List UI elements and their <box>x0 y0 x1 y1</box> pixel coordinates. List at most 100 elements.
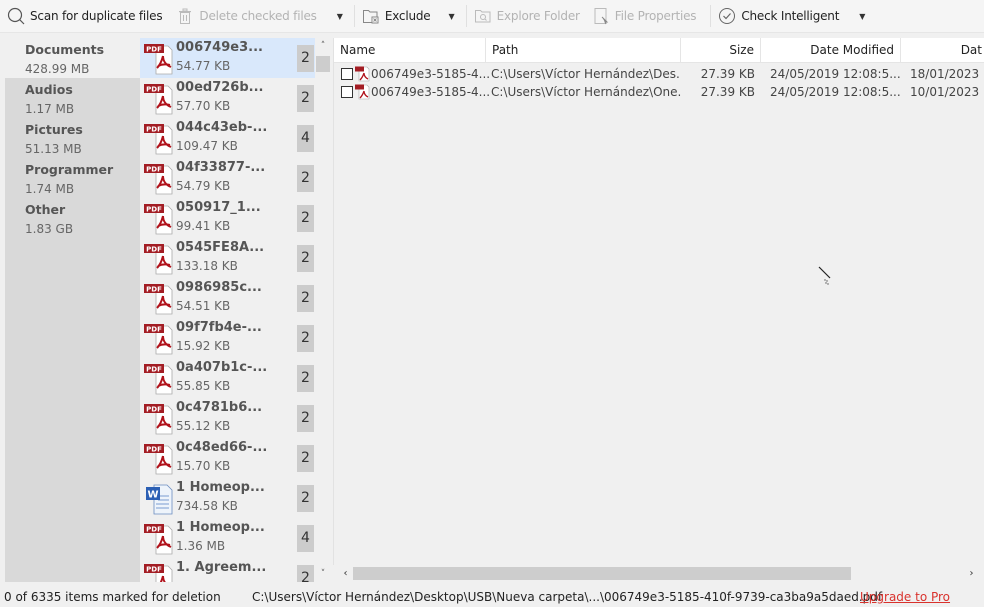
cell-path: C:\Users\Víctor Hernández\One... <box>491 85 681 99</box>
svg-text:PDF: PDF <box>146 206 162 214</box>
file-size: 55.85 KB <box>176 379 231 393</box>
pdf-file-icon: PDF <box>144 522 176 556</box>
category-item-pictures[interactable]: Pictures 51.13 MB <box>5 118 140 158</box>
delete-dropdown-caret[interactable]: ▼ <box>329 12 351 21</box>
file-size: 15.70 KB <box>176 459 231 473</box>
file-list-item[interactable]: PDF 0a407b1c-... 55.85 KB 2 <box>140 358 315 398</box>
toolbar-separator <box>710 5 712 27</box>
scroll-right-icon[interactable]: › <box>963 565 980 582</box>
scroll-up-icon[interactable]: ˄ <box>315 38 331 54</box>
exclude-dropdown-caret[interactable]: ▼ <box>440 12 462 21</box>
file-list-item[interactable]: PDF 1. Agreem... 2 <box>140 558 315 582</box>
delete-checked-button[interactable]: Delete checked files <box>172 0 320 33</box>
duplicate-count-badge: 4 <box>297 525 314 552</box>
duplicates-grid: Name Path Size Date Modified Dat 006749e… <box>333 38 984 582</box>
file-size: 133.18 KB <box>176 259 238 273</box>
check-intelligent-button[interactable]: Check Intelligent <box>714 0 843 33</box>
delete-label: Delete checked files <box>199 9 317 23</box>
pdf-file-icon: PDF <box>144 282 176 316</box>
svg-text:PDF: PDF <box>146 366 162 374</box>
category-name: Pictures <box>25 122 83 137</box>
file-size: 54.77 KB <box>176 59 231 73</box>
file-list-item[interactable]: PDF 050917_1... 99.41 KB 2 <box>140 198 315 238</box>
scroll-left-icon[interactable]: ‹ <box>337 565 354 582</box>
pdf-file-icon: PDF <box>144 442 176 476</box>
file-list-scrollbar[interactable]: ˄ ˅ <box>315 38 331 582</box>
scroll-down-icon[interactable]: ˅ <box>315 566 331 582</box>
pdf-file-icon: PDF <box>144 322 176 356</box>
file-name: 0a407b1c-... <box>176 360 268 375</box>
pdf-file-icon: PDF <box>144 162 176 196</box>
grid-row[interactable]: 006749e3-5185-4... C:\Users\Víctor Hernán… <box>334 65 984 83</box>
svg-text:PDF: PDF <box>146 526 162 534</box>
file-list-item[interactable]: PDF 00ed726b... 57.70 KB 2 <box>140 78 315 118</box>
file-size: 57.70 KB <box>176 99 231 113</box>
grid-horizontal-scrollbar[interactable]: ‹ › <box>333 565 984 582</box>
category-item-documents[interactable]: Documents 428.99 MB <box>5 38 140 78</box>
cell-name: 006749e3-5185-4... <box>371 85 489 99</box>
explore-folder-label: Explore Folder <box>496 9 580 23</box>
svg-text:PDF: PDF <box>146 566 162 574</box>
file-list-item[interactable]: PDF 0986985c... 54.51 KB 2 <box>140 278 315 318</box>
column-header-date-modified[interactable]: Date Modified <box>761 38 901 63</box>
cell-date-modified: 24/05/2019 12:08:5... <box>770 67 900 81</box>
column-header-size[interactable]: Size <box>681 38 761 63</box>
grid-row[interactable]: 006749e3-5185-4... C:\Users\Víctor Hernán… <box>334 83 984 101</box>
check-dropdown-caret[interactable]: ▼ <box>851 12 873 21</box>
duplicate-count-badge: 4 <box>297 125 314 152</box>
category-size: 428.99 MB <box>25 62 90 76</box>
svg-text:PDF: PDF <box>146 126 162 134</box>
pdf-file-icon <box>355 84 370 100</box>
duplicate-count-badge: 2 <box>297 205 314 232</box>
scrollbar-thumb[interactable] <box>316 56 330 72</box>
file-list-item[interactable]: PDF 0c48ed66-... 15.70 KB 2 <box>140 438 315 478</box>
file-list-item[interactable]: W 1 Homeop... 734.58 KB 2 <box>140 478 315 518</box>
row-checkbox[interactable] <box>341 68 353 80</box>
scrollbar-thumb[interactable] <box>353 567 851 580</box>
file-list-item[interactable]: PDF 044c43eb-... 109.47 KB 4 <box>140 118 315 158</box>
file-name: 050917_1... <box>176 200 261 215</box>
file-list-item[interactable]: PDF 09f7fb4e-... 15.92 KB 2 <box>140 318 315 358</box>
category-item-programmer[interactable]: Programmer 1.74 MB <box>5 158 140 198</box>
svg-text:PDF: PDF <box>146 326 162 334</box>
duplicate-count-badge: 2 <box>297 445 314 472</box>
category-item-audios[interactable]: Audios 1.17 MB <box>5 78 140 118</box>
mouse-cursor-icon <box>818 266 831 285</box>
folder-exclude-icon <box>362 7 380 25</box>
file-properties-label: File Properties <box>614 9 697 23</box>
explore-folder-icon <box>474 7 492 25</box>
toolbar-separator <box>353 5 355 27</box>
duplicate-count-badge: 2 <box>297 365 314 392</box>
column-header-date[interactable]: Dat <box>901 38 984 63</box>
file-name: 1. Agreem... <box>176 560 267 575</box>
column-header-name[interactable]: Name <box>334 38 486 63</box>
file-list-item[interactable]: PDF 0c4781b6... 55.12 KB 2 <box>140 398 315 438</box>
cell-date-modified: 24/05/2019 12:08:5... <box>770 85 900 99</box>
upgrade-link[interactable]: Upgrade to Pro <box>860 590 950 604</box>
file-list-item[interactable]: PDF 0545FE8A... 133.18 KB 2 <box>140 238 315 278</box>
pdf-file-icon: PDF <box>144 122 176 156</box>
file-list-item[interactable]: PDF 04f33877-... 54.79 KB 2 <box>140 158 315 198</box>
file-name: 0545FE8A... <box>176 240 265 255</box>
file-list-item[interactable]: PDF 1 Homeop... 1.36 MB 4 <box>140 518 315 558</box>
cell-name: 006749e3-5185-4... <box>371 67 489 81</box>
scan-label: Scan for duplicate files <box>30 9 163 23</box>
column-header-path[interactable]: Path <box>486 38 681 63</box>
word-file-icon: W <box>144 482 176 516</box>
duplicate-count-badge: 2 <box>297 165 314 192</box>
explore-folder-button[interactable]: Explore Folder <box>470 0 584 33</box>
exclude-button[interactable]: Exclude <box>358 0 435 33</box>
duplicate-count-badge: 2 <box>297 245 314 272</box>
toolbar-separator <box>465 5 467 27</box>
row-checkbox[interactable] <box>341 86 353 98</box>
file-name: 09f7fb4e-... <box>176 320 262 335</box>
file-list-item[interactable]: PDF 006749e3... 54.77 KB 2 <box>140 38 315 78</box>
category-name: Documents <box>25 42 105 57</box>
file-size: 99.41 KB <box>176 219 231 233</box>
duplicate-count-badge: 2 <box>297 405 314 432</box>
file-name: 044c43eb-... <box>176 120 268 135</box>
file-name: 0c48ed66-... <box>176 440 268 455</box>
file-properties-button[interactable]: File Properties <box>588 0 701 33</box>
scan-button[interactable]: Scan for duplicate files <box>3 0 166 33</box>
category-item-other[interactable]: Other 1.83 GB <box>5 198 140 238</box>
